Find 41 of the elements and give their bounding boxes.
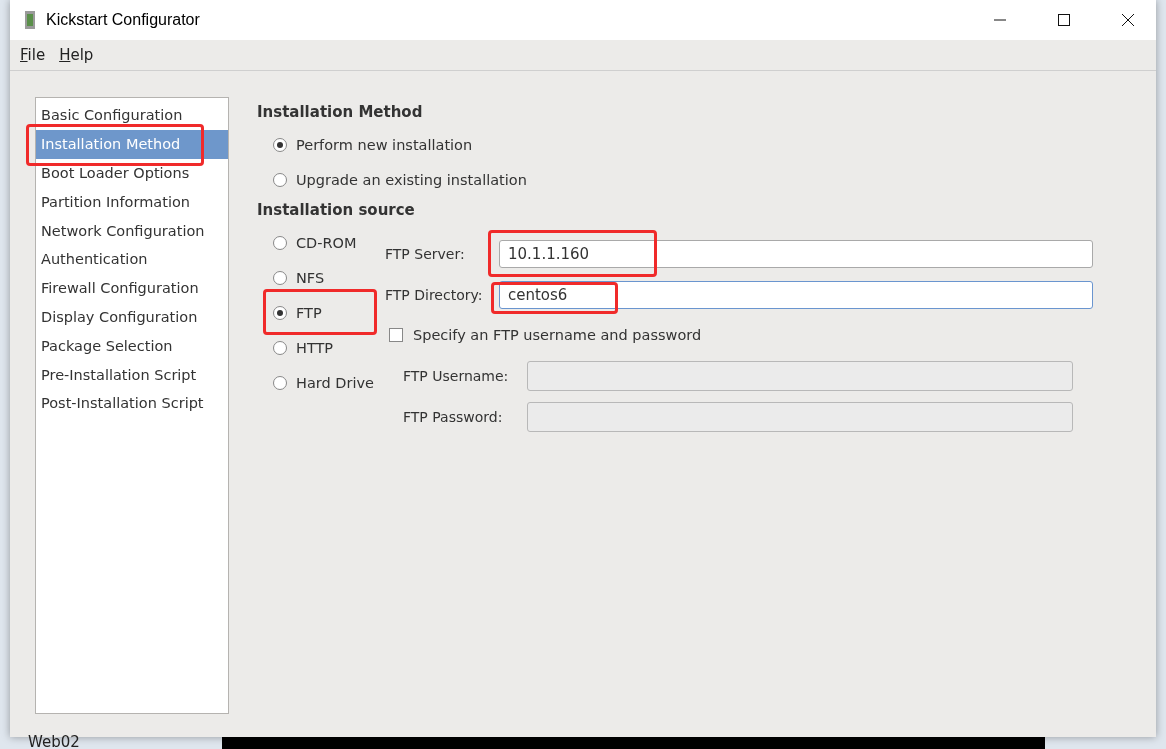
radio-button[interactable] [273,270,287,285]
close-icon[interactable] [1122,14,1134,26]
menu-item[interactable]: Help [59,46,94,64]
radio-button[interactable] [273,137,287,152]
taskbar-item[interactable]: Web02 [28,737,212,749]
field-label: FTP Server: [385,245,466,262]
section-list-item[interactable]: Partition Information [36,187,228,217]
field-label: FTP Username: [403,367,510,384]
radio-button[interactable] [273,305,287,320]
radio-label: Perform new installation [296,136,473,153]
section-list-item[interactable]: Display Configuration [36,302,228,332]
section-list-item[interactable]: Authentication [36,245,228,274]
input-field[interactable]: centos6 [499,280,1093,309]
section-heading: Installation Method [257,103,423,121]
section-heading: Installation source [257,201,415,219]
radio-label: Upgrade an existing installation [296,171,527,188]
radio-label: Hard Drive [296,374,374,391]
radio-label: FTP [296,304,322,321]
checkbox[interactable] [389,328,403,342]
radio-button[interactable] [273,375,287,390]
menu-item[interactable]: File [20,46,46,64]
checkbox-label: Specify an FTP username and password [413,327,702,343]
radio-button[interactable] [273,235,287,250]
section-list-item[interactable]: Firewall Configuration [36,273,228,303]
radio-button[interactable] [273,340,287,355]
section-list-item[interactable]: Package Selection [36,331,228,361]
section-list-item[interactable]: Boot Loader Options [36,158,228,188]
radio-label: HTTP [296,339,334,356]
radio-label: NFS [296,269,325,286]
radio-label: CD-ROM [296,234,357,251]
field-label: FTP Directory: [385,286,484,303]
input-field[interactable]: 10.1.1.160 [499,239,1093,268]
field-label: FTP Password: [403,408,504,425]
section-list-item[interactable]: Network Configuration [36,216,228,245]
window-title: Kickstart Configurator [46,11,201,29]
section-list-item[interactable]: Pre-Installation Script [36,360,228,389]
section-list-item[interactable]: Basic Configuration [36,101,228,130]
radio-button[interactable] [273,172,287,187]
maximize-icon[interactable] [1058,14,1070,26]
app-icon [22,10,38,30]
section-list-item[interactable]: Post-Installation Script [36,388,228,418]
